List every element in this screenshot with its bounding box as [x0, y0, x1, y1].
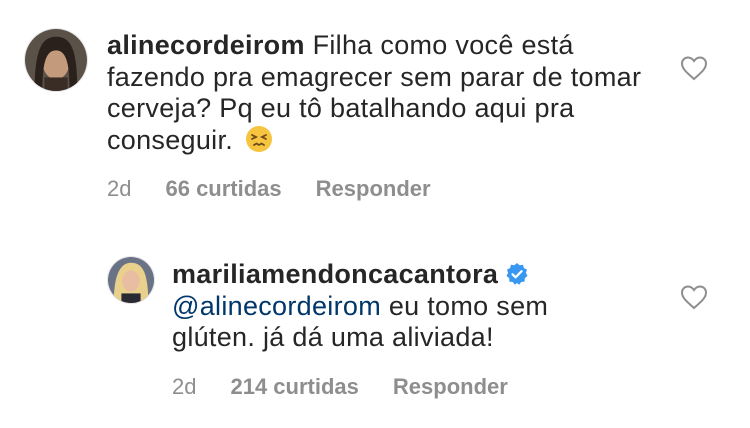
verified-badge-icon: [505, 262, 529, 286]
comment-meta: 2d 214 curtidas Responder: [172, 374, 508, 400]
reply-body: mariliamendoncacantora @alinecordeirom e…: [172, 259, 592, 354]
comment-body: alinecordeirom Filha como você está faze…: [107, 30, 647, 156]
avatar-image: [25, 29, 87, 91]
avatar-image: [108, 257, 154, 303]
persevering-face-emoji-icon: [245, 125, 273, 153]
like-heart-icon[interactable]: [680, 284, 708, 310]
avatar[interactable]: [24, 28, 88, 92]
comment-meta: 2d 66 curtidas Responder: [107, 176, 431, 202]
comment-username[interactable]: alinecordeirom: [107, 30, 305, 60]
comment-likes[interactable]: 66 curtidas: [165, 176, 281, 202]
like-heart-icon[interactable]: [680, 55, 708, 81]
comment-time[interactable]: 2d: [172, 374, 196, 400]
reply-button[interactable]: Responder: [393, 374, 508, 400]
avatar[interactable]: [107, 256, 155, 304]
mention-link[interactable]: @alinecordeirom: [172, 291, 381, 321]
reply-button[interactable]: Responder: [316, 176, 431, 202]
comment-likes[interactable]: 214 curtidas: [230, 374, 358, 400]
comment-time[interactable]: 2d: [107, 176, 131, 202]
comment-username[interactable]: mariliamendoncacantora: [172, 259, 498, 289]
